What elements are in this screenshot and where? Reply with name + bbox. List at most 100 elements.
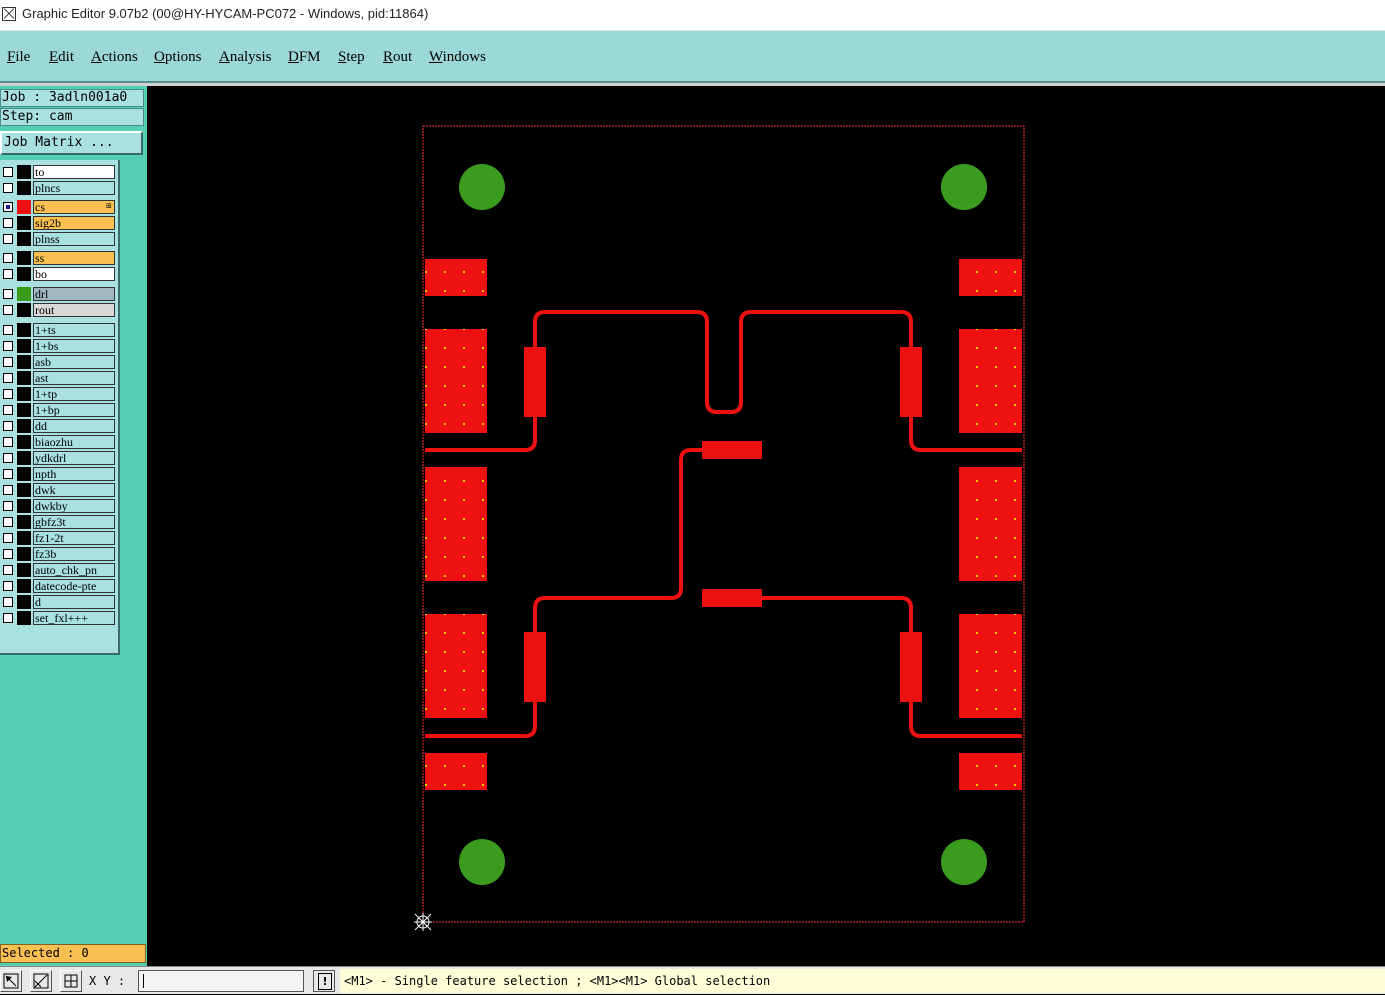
layer-checkbox[interactable] (3, 437, 13, 447)
layer-name[interactable]: set_fxl+++ (33, 611, 115, 625)
layer-name[interactable]: dd (33, 419, 115, 433)
layer-color-swatch[interactable] (17, 216, 31, 230)
layer-name[interactable]: plnss (33, 232, 115, 246)
layer-color-swatch[interactable] (17, 371, 31, 385)
layer-checkbox[interactable] (3, 485, 13, 495)
layer-checkbox[interactable] (3, 469, 13, 479)
layer-name[interactable]: plncs (33, 181, 115, 195)
layer-name[interactable]: drl (33, 287, 115, 301)
layer-checkbox[interactable] (3, 373, 13, 383)
layer-color-swatch[interactable] (17, 232, 31, 246)
layer-name[interactable]: fz1-2t (33, 531, 115, 545)
layer-name[interactable]: cs (33, 200, 115, 214)
layer-name[interactable]: d (33, 595, 115, 609)
layer-color-swatch[interactable] (17, 339, 31, 353)
layer-checkbox[interactable] (3, 183, 13, 193)
warning-icon[interactable]: ! (313, 970, 335, 992)
layer-color-swatch[interactable] (17, 547, 31, 561)
layer-color-swatch[interactable] (17, 303, 31, 317)
menu-file[interactable]: File (7, 49, 30, 66)
layer-checkbox[interactable] (3, 405, 13, 415)
layer-checkbox[interactable] (3, 421, 13, 431)
layer-color-swatch[interactable] (17, 499, 31, 513)
layer-checkbox[interactable] (3, 234, 13, 244)
layer-color-swatch[interactable] (17, 515, 31, 529)
select-arrow-icon[interactable] (0, 970, 22, 992)
layer-color-swatch[interactable] (17, 251, 31, 265)
layer-name[interactable]: 1+ts (33, 323, 115, 337)
layer-checkbox[interactable] (3, 289, 13, 299)
zoom-pan-icon[interactable] (30, 970, 52, 992)
layer-checkbox[interactable] (3, 597, 13, 607)
layer-name[interactable]: datecode-pte (33, 579, 115, 593)
layer-color-swatch[interactable] (17, 467, 31, 481)
layer-color-swatch[interactable] (17, 483, 31, 497)
layer-color-swatch[interactable] (17, 181, 31, 195)
layer-checkbox[interactable] (3, 341, 13, 351)
layer-color-swatch[interactable] (17, 419, 31, 433)
layer-name[interactable]: to (33, 165, 115, 179)
graphic-canvas[interactable] (147, 86, 1385, 966)
layer-name[interactable]: ydkdrl (33, 451, 115, 465)
layer-color-swatch[interactable] (17, 451, 31, 465)
layer-checkbox[interactable] (3, 565, 13, 575)
layer-name[interactable]: npth (33, 467, 115, 481)
layer-name[interactable]: auto_chk_pn (33, 563, 115, 577)
layer-checkbox[interactable] (3, 549, 13, 559)
layer-name[interactable]: 1+bs (33, 339, 115, 353)
xy-coordinate-input[interactable] (138, 970, 304, 992)
layer-name[interactable]: ss (33, 251, 115, 265)
layer-name[interactable]: rout (33, 303, 115, 317)
layer-checkbox[interactable] (3, 325, 13, 335)
layer-checkbox[interactable] (3, 269, 13, 279)
layer-color-swatch[interactable] (17, 403, 31, 417)
snap-grid-icon[interactable] (60, 970, 82, 992)
layer-color-swatch[interactable] (17, 531, 31, 545)
layer-color-swatch[interactable] (17, 323, 31, 337)
layer-checkbox[interactable] (3, 501, 13, 511)
layer-name[interactable]: asb (33, 355, 115, 369)
layer-color-swatch[interactable] (17, 200, 31, 214)
layer-name[interactable]: 1+bp (33, 403, 115, 417)
layer-name[interactable]: bo (33, 267, 115, 281)
layer-color-swatch[interactable] (17, 611, 31, 625)
layer-checkbox[interactable] (3, 218, 13, 228)
layer-color-swatch[interactable] (17, 355, 31, 369)
layer-color-swatch[interactable] (17, 563, 31, 577)
menu-options[interactable]: Options (154, 49, 202, 66)
layer-color-swatch[interactable] (17, 387, 31, 401)
layer-checkbox[interactable] (3, 533, 13, 543)
graphic-editor-app-icon[interactable] (2, 7, 16, 21)
layer-checkbox[interactable] (3, 253, 13, 263)
layer-name[interactable]: gbfz3t (33, 515, 115, 529)
layer-name[interactable]: sig2b (33, 216, 115, 230)
layer-checkbox[interactable] (3, 305, 13, 315)
layer-checkbox[interactable] (3, 167, 13, 177)
layer-color-swatch[interactable] (17, 435, 31, 449)
layer-checkbox[interactable] (3, 357, 13, 367)
layer-color-swatch[interactable] (17, 267, 31, 281)
layer-name[interactable]: 1+tp (33, 387, 115, 401)
layer-color-swatch[interactable] (17, 287, 31, 301)
menu-analysis[interactable]: Analysis (219, 49, 272, 66)
layer-checkbox[interactable] (3, 517, 13, 527)
layer-name[interactable]: dwk (33, 483, 115, 497)
job-matrix-button[interactable]: Job Matrix ... (0, 131, 143, 155)
layer-name[interactable]: dwkby (33, 499, 115, 513)
pcb-view[interactable] (147, 86, 1385, 966)
layer-name[interactable]: ast (33, 371, 115, 385)
menu-edit[interactable]: Edit (49, 49, 74, 66)
layer-name[interactable]: biaozhu (33, 435, 115, 449)
layer-name[interactable]: fz3b (33, 547, 115, 561)
menu-actions[interactable]: Actions (91, 49, 138, 66)
layer-color-swatch[interactable] (17, 579, 31, 593)
layer-checkbox[interactable] (3, 389, 13, 399)
menu-dfm[interactable]: DFM (288, 49, 321, 66)
layer-checkbox[interactable] (3, 453, 13, 463)
layer-checkbox[interactable] (3, 581, 13, 591)
menu-rout[interactable]: Rout (383, 49, 412, 66)
layer-checkbox[interactable] (3, 613, 13, 623)
layer-color-swatch[interactable] (17, 165, 31, 179)
menu-windows[interactable]: Windows (429, 49, 486, 66)
layer-color-swatch[interactable] (17, 595, 31, 609)
